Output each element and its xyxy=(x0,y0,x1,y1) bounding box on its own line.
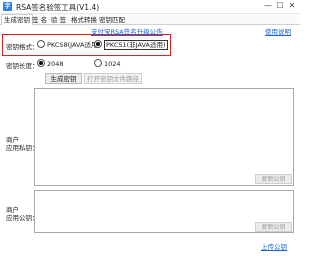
private-key-textarea[interactable] xyxy=(34,88,294,186)
radio-indicator xyxy=(94,59,102,67)
key-format-label: 密钥格式： xyxy=(6,43,39,51)
maximize-icon[interactable]: ☐ xyxy=(274,1,286,10)
tab-sign[interactable]: 签 名 xyxy=(29,14,50,24)
radio-indicator-selected xyxy=(94,40,102,48)
app-logo-icon: 字 xyxy=(3,2,12,11)
radio-pkcs1-label: PKCS1(非JAVA适用) xyxy=(104,40,168,50)
copy-private-key-button[interactable]: 复制公钥 xyxy=(255,174,292,184)
title-bar: 字 RSA签名验签工具(V1.4) — ☐ ✕ xyxy=(0,0,300,14)
generate-key-button[interactable]: 生成密钥 xyxy=(45,73,82,84)
radio-2048[interactable]: 2048 xyxy=(37,59,64,68)
key-length-label: 密钥长度： xyxy=(6,62,39,70)
radio-indicator xyxy=(37,40,45,48)
help-link[interactable]: 使用说明 xyxy=(265,26,291,36)
window-controls: — ☐ ✕ xyxy=(262,1,298,10)
tab-bar: 生成密钥 签 名 验 签 格式转换 密钥匹配 xyxy=(0,14,300,25)
close-icon[interactable]: ✕ xyxy=(286,1,298,10)
radio-1024[interactable]: 1024 xyxy=(94,59,121,68)
open-key-folder-button[interactable]: 打开密钥文件路径 xyxy=(84,73,142,84)
radio-indicator-selected xyxy=(37,59,45,67)
minimize-icon[interactable]: — xyxy=(262,1,274,10)
radio-pkcs8[interactable]: PKCS8(JAVA适用) xyxy=(37,40,100,49)
copy-public-key-button[interactable]: 复制公钥 xyxy=(255,222,292,232)
radio-2048-label: 2048 xyxy=(47,60,64,68)
radio-pkcs8-label: PKCS8(JAVA适用) xyxy=(47,41,101,49)
window-title: RSA签名验签工具(V1.4) xyxy=(16,3,100,12)
tab-key-match[interactable]: 密钥匹配 xyxy=(96,14,128,24)
tab-verify[interactable]: 验 签 xyxy=(48,14,69,24)
radio-pkcs1[interactable]: PKCS1(非JAVA适用) xyxy=(94,40,168,50)
radio-1024-label: 1024 xyxy=(104,60,121,68)
upload-public-key-link[interactable]: 上传公钥 xyxy=(261,241,287,251)
